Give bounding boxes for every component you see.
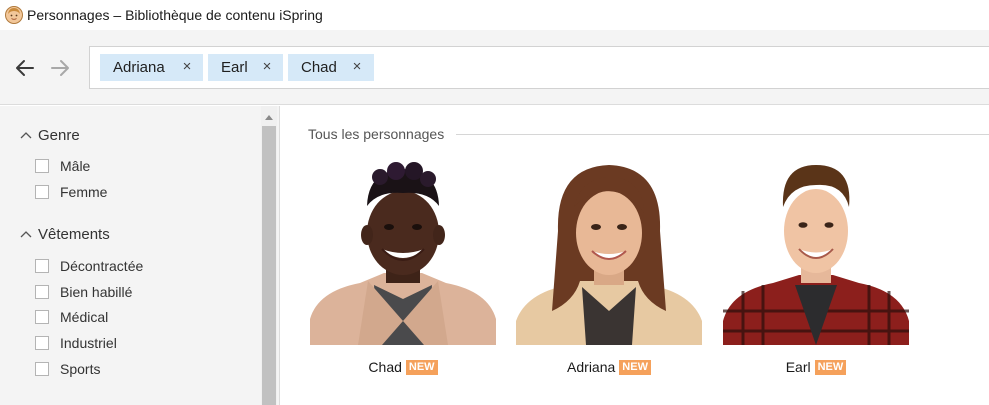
filter-checkbox-female[interactable]: Femme	[35, 182, 107, 202]
checkbox[interactable]	[35, 310, 49, 324]
character-avatar-icon	[5, 6, 23, 24]
checkbox[interactable]	[35, 336, 49, 350]
character-portrait	[723, 161, 909, 345]
tag-label: Earl	[221, 59, 248, 76]
close-icon[interactable]: ×	[350, 58, 364, 76]
checkbox[interactable]	[35, 259, 49, 273]
filter-label: Décontractée	[60, 258, 144, 274]
chevron-up-icon	[20, 231, 32, 238]
search-tag-adriana: Adriana ×	[100, 54, 203, 81]
tag-search-field[interactable]: Adriana × Earl × Chad ×	[89, 46, 989, 89]
chevron-up-icon	[20, 132, 32, 139]
character-card-earl[interactable]: Earl NEW	[723, 161, 909, 381]
checkbox[interactable]	[35, 159, 49, 173]
character-caption: Chad NEW	[310, 358, 496, 376]
filter-label: Bien habillé	[60, 284, 133, 300]
window-title: Personnages – Bibliothèque de contenu iS…	[27, 7, 323, 23]
tag-label: Adriana	[113, 59, 165, 76]
filter-label: Femme	[60, 184, 108, 200]
character-card-adriana[interactable]: Adriana NEW	[516, 161, 702, 381]
character-name: Chad	[368, 359, 402, 375]
section-genre-header[interactable]: Genre	[20, 125, 80, 145]
character-name: Earl	[785, 359, 811, 375]
filter-checkbox-sports[interactable]: Sports	[35, 359, 100, 379]
new-badge: NEW	[619, 359, 651, 375]
character-name: Adriana	[567, 359, 616, 375]
section-clothing-header[interactable]: Vêtements	[20, 224, 110, 244]
forward-button[interactable]	[49, 57, 71, 79]
filter-checkbox-medical[interactable]: Médical	[35, 307, 108, 327]
group-divider	[456, 134, 989, 135]
scroll-up-icon[interactable]	[261, 110, 277, 124]
search-tag-earl: Earl ×	[208, 54, 283, 81]
checkbox[interactable]	[35, 185, 49, 199]
filter-checkbox-dressed[interactable]: Bien habillé	[35, 282, 132, 302]
close-icon[interactable]: ×	[180, 58, 194, 76]
filter-checkbox-industrial[interactable]: Industriel	[35, 333, 117, 353]
arrow-left-icon	[16, 60, 34, 76]
character-gallery: Tous les personnages Chad NEW Adriana NE…	[281, 106, 989, 405]
title-bar: Personnages – Bibliothèque de contenu iS…	[0, 0, 989, 30]
scrollbar-thumb[interactable]	[262, 126, 276, 405]
section-label: Vêtements	[38, 225, 110, 243]
new-badge: NEW	[814, 359, 847, 375]
character-caption: Earl NEW	[723, 358, 909, 376]
toolbar: Adriana × Earl × Chad ×	[0, 30, 989, 105]
close-icon[interactable]: ×	[260, 58, 274, 76]
section-label: Genre	[38, 126, 80, 144]
group-title: Tous les personnages	[308, 126, 445, 142]
filter-label: Industriel	[60, 335, 117, 351]
filter-checkbox-male[interactable]: Mâle	[35, 156, 90, 176]
sidebar-scrollbar[interactable]	[261, 106, 277, 405]
tag-label: Chad	[301, 59, 337, 76]
new-badge: NEW	[405, 359, 438, 375]
filter-checkbox-casual[interactable]: Décontractée	[35, 256, 143, 276]
search-tag-chad: Chad ×	[288, 54, 374, 81]
arrow-right-icon	[51, 60, 69, 76]
character-portrait	[310, 161, 496, 345]
back-button[interactable]	[14, 57, 36, 79]
checkbox[interactable]	[35, 362, 49, 376]
filter-label: Mâle	[60, 158, 91, 174]
filter-label: Sports	[60, 361, 101, 377]
filter-sidebar: Genre Mâle Femme Vêtements Décontractée …	[0, 106, 280, 405]
sidebar-divider	[279, 106, 280, 405]
checkbox[interactable]	[35, 285, 49, 299]
character-card-chad[interactable]: Chad NEW	[310, 161, 496, 381]
character-caption: Adriana NEW	[516, 358, 702, 376]
character-portrait	[516, 161, 702, 345]
filter-label: Médical	[60, 309, 109, 325]
